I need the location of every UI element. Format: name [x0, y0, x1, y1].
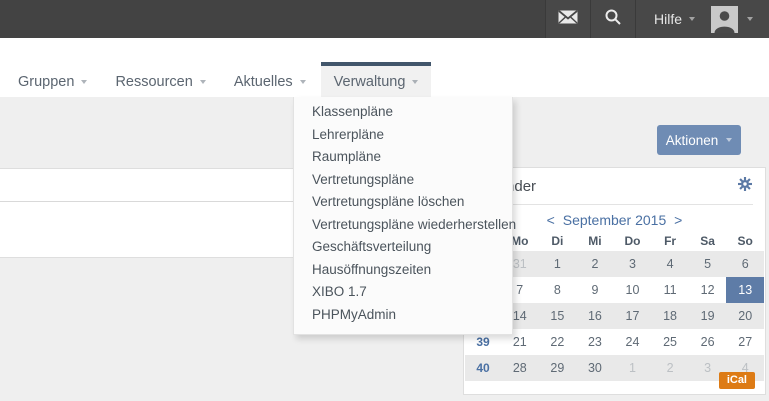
nav-item-ressourcen[interactable]: Ressourcen: [102, 62, 218, 97]
calendar-day[interactable]: 11: [651, 277, 689, 303]
calendar-day[interactable]: 9: [576, 277, 614, 303]
ical-badge[interactable]: iCal: [719, 372, 755, 389]
calendar-week-number: 40: [465, 355, 501, 381]
chevron-down-icon: [81, 80, 87, 84]
mail-button[interactable]: [545, 0, 590, 38]
chevron-down-icon: [412, 80, 418, 84]
calendar-day[interactable]: 3: [614, 251, 652, 277]
calendar-day[interactable]: 26: [689, 329, 727, 355]
calendar-day[interactable]: 16: [576, 303, 614, 329]
chevron-down-icon: [747, 17, 753, 21]
calendar-day[interactable]: 1: [539, 251, 577, 277]
calendar-day[interactable]: 27: [726, 329, 764, 355]
help-menu[interactable]: Hilfe: [636, 0, 711, 38]
search-button[interactable]: [590, 0, 636, 38]
next-month-button[interactable]: >: [670, 212, 686, 228]
chevron-down-icon: [200, 80, 206, 84]
calendar-weekday: Do: [614, 231, 652, 251]
calendar-day[interactable]: 17: [614, 303, 652, 329]
calendar-weekday: So: [726, 231, 764, 251]
chevron-down-icon: [689, 17, 695, 21]
calendar-day[interactable]: 22: [539, 329, 577, 355]
dropdown-item[interactable]: Vertretungspläne: [294, 169, 512, 192]
calendar-day[interactable]: 4: [651, 251, 689, 277]
calendar-day[interactable]: 8: [539, 277, 577, 303]
calendar-day[interactable]: 25: [651, 329, 689, 355]
calendar-day[interactable]: 24: [614, 329, 652, 355]
calendar-day[interactable]: 2: [576, 251, 614, 277]
prev-month-button[interactable]: <: [543, 212, 559, 228]
nav-item-verwaltung[interactable]: Verwaltung: [321, 62, 432, 97]
calendar-day[interactable]: 10: [614, 277, 652, 303]
search-icon: [604, 8, 622, 31]
calendar-weekday: Mi: [576, 231, 614, 251]
actions-button[interactable]: Aktionen: [657, 125, 741, 155]
dropdown-item[interactable]: Geschäftsverteilung: [294, 236, 512, 259]
dropdown-item[interactable]: Lehrerpläne: [294, 124, 512, 147]
calendar-day[interactable]: 28: [501, 355, 539, 381]
calendar-day[interactable]: 23: [576, 329, 614, 355]
calendar-weekday: Di: [539, 231, 577, 251]
dropdown-item[interactable]: Klassenpläne: [294, 101, 512, 124]
dropdown-item[interactable]: Vertretungspläne löschen: [294, 191, 512, 214]
calendar-day[interactable]: 30: [576, 355, 614, 381]
calendar-day[interactable]: 12: [689, 277, 727, 303]
calendar-day[interactable]: 5: [689, 251, 727, 277]
chevron-down-icon: [300, 80, 306, 84]
calendar-month-label: September 2015: [563, 212, 667, 228]
main-nav: Gruppen Ressourcen Aktuelles Verwaltung: [0, 38, 769, 97]
calendar-header: Kalender: [476, 168, 753, 205]
nav-label: Verwaltung: [334, 74, 406, 90]
calendar-weekday: Sa: [689, 231, 727, 251]
verwaltung-dropdown-menu: KlassenpläneLehrerpläneRaumpläneVertretu…: [293, 97, 513, 335]
nav-label: Ressourcen: [115, 74, 192, 90]
gear-icon[interactable]: [737, 176, 753, 197]
nav-item-aktuelles[interactable]: Aktuelles: [221, 62, 319, 97]
dropdown-item[interactable]: Hausöffnungszeiten: [294, 259, 512, 282]
help-label: Hilfe: [654, 11, 682, 27]
calendar-day[interactable]: 6: [726, 251, 764, 277]
calendar-day[interactable]: 19: [689, 303, 727, 329]
calendar-day-selected[interactable]: 13: [726, 277, 764, 303]
chevron-down-icon: [726, 138, 732, 142]
avatar: [711, 6, 738, 33]
app-screen: Hilfe Gruppen Ressourcen Aktuelles: [0, 0, 769, 401]
calendar-day[interactable]: 2: [651, 355, 689, 381]
dropdown-item[interactable]: Vertretungspläne wiederherstellen: [294, 214, 512, 237]
nav-label: Aktuelles: [234, 74, 293, 90]
calendar-day[interactable]: 20: [726, 303, 764, 329]
calendar-weekday: Fr: [651, 231, 689, 251]
calendar-day[interactable]: 15: [539, 303, 577, 329]
nav-item-gruppen[interactable]: Gruppen: [5, 62, 100, 97]
dropdown-item[interactable]: Raumpläne: [294, 146, 512, 169]
actions-label: Aktionen: [666, 133, 719, 148]
dropdown-item[interactable]: XIBO 1.7: [294, 281, 512, 304]
calendar-day[interactable]: 29: [539, 355, 577, 381]
user-menu[interactable]: [711, 0, 769, 38]
top-bar: Hilfe: [0, 0, 769, 38]
calendar-day[interactable]: 18: [651, 303, 689, 329]
mail-icon: [558, 10, 578, 29]
dropdown-item[interactable]: PHPMyAdmin: [294, 304, 512, 327]
calendar-day[interactable]: 1: [614, 355, 652, 381]
nav-label: Gruppen: [18, 74, 74, 90]
